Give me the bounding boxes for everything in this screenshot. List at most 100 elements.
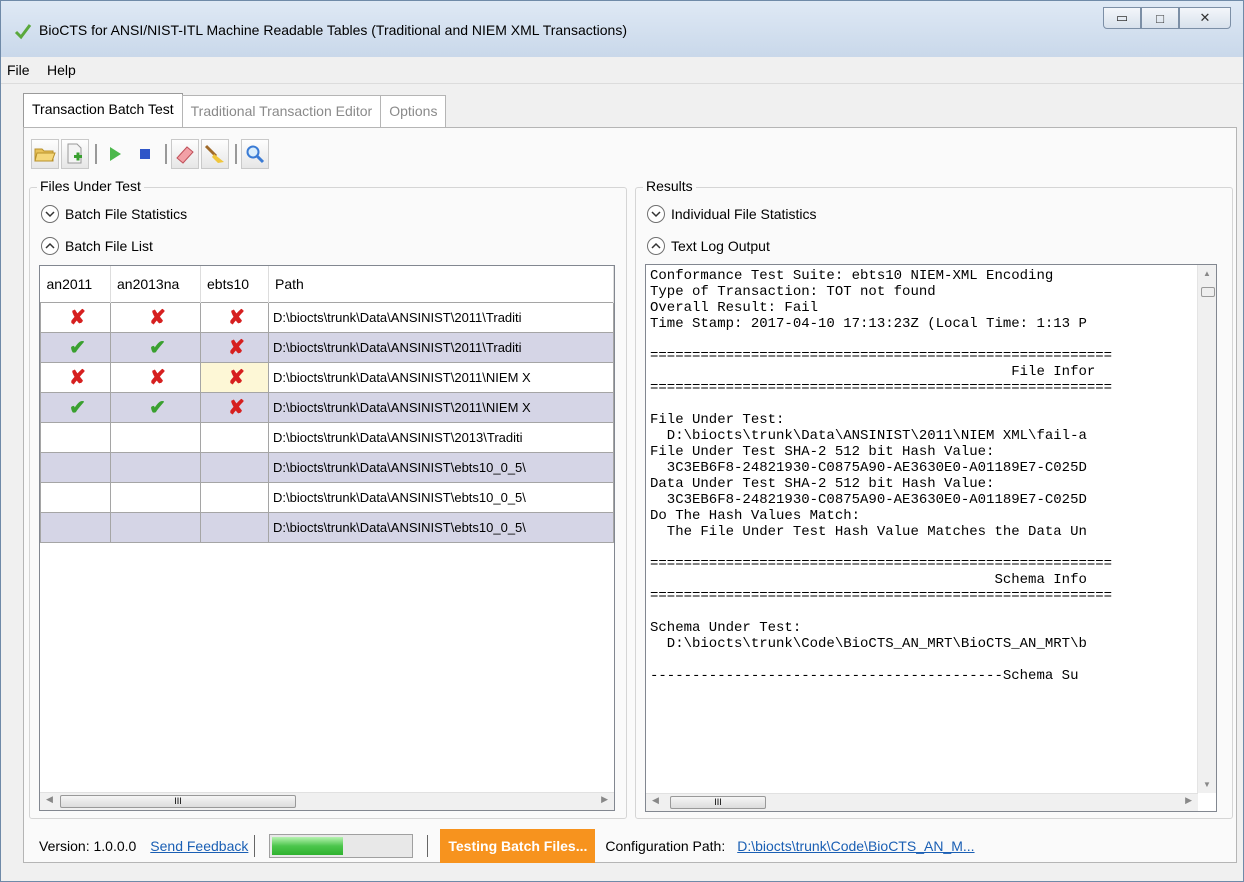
menu-help[interactable]: Help bbox=[47, 62, 76, 78]
result-cell-an2013na[interactable]: ✘ bbox=[110, 302, 201, 333]
scroll-right-icon[interactable]: ▶ bbox=[1185, 795, 1192, 806]
path-cell[interactable]: D:\biocts\trunk\Data\ANSINIST\ebts10_0_5… bbox=[268, 482, 614, 513]
path-cell[interactable]: D:\biocts\trunk\Data\ANSINIST\2011\NIEM … bbox=[268, 392, 614, 423]
scroll-down-icon[interactable]: ▼ bbox=[1203, 780, 1211, 789]
send-feedback-link[interactable]: Send Feedback bbox=[150, 838, 248, 854]
table-row[interactable]: D:\biocts\trunk\Data\ANSINIST\2013\Tradi… bbox=[40, 422, 614, 453]
result-cell-ebts10[interactable] bbox=[200, 512, 269, 543]
search-button[interactable] bbox=[241, 139, 269, 169]
path-cell[interactable]: D:\biocts\trunk\Data\ANSINIST\ebts10_0_5… bbox=[268, 512, 614, 543]
column-header-an2011[interactable]: an2011 bbox=[40, 266, 111, 303]
result-cell-ebts10[interactable]: ✘ bbox=[200, 332, 269, 363]
scroll-right-icon[interactable]: ▶ bbox=[601, 794, 608, 805]
close-icon: ✕ bbox=[1199, 10, 1211, 25]
grid-scroll-thumb[interactable]: III bbox=[60, 795, 296, 808]
fail-x-icon: ✘ bbox=[228, 396, 245, 419]
configuration-path-link[interactable]: D:\biocts\trunk\Code\BioCTS_AN_M... bbox=[737, 838, 974, 854]
fail-x-icon: ✘ bbox=[69, 366, 86, 389]
result-cell-ebts10[interactable] bbox=[200, 422, 269, 453]
magnifier-icon bbox=[246, 145, 265, 164]
scroll-up-icon[interactable]: ▲ bbox=[1203, 269, 1211, 278]
result-cell-an2013na[interactable] bbox=[110, 422, 201, 453]
result-cell-an2011[interactable] bbox=[40, 482, 111, 513]
fail-x-icon: ✘ bbox=[228, 366, 245, 389]
pass-check-icon: ✔ bbox=[69, 396, 86, 419]
column-header-path[interactable]: Path bbox=[268, 266, 614, 303]
text-log-output[interactable]: Conformance Test Suite: ebts10 NIEM-XML … bbox=[645, 264, 1217, 812]
close-button[interactable]: ✕ bbox=[1179, 7, 1231, 29]
log-horizontal-scrollbar[interactable]: ◀ III ▶ bbox=[646, 793, 1198, 811]
add-file-icon bbox=[67, 143, 82, 164]
result-cell-an2011[interactable]: ✔ bbox=[40, 332, 111, 363]
menu-file[interactable]: File bbox=[7, 62, 30, 78]
eraser-button[interactable] bbox=[171, 139, 199, 169]
result-cell-ebts10[interactable]: ✘ bbox=[200, 302, 269, 333]
maximize-icon: □ bbox=[1156, 10, 1164, 26]
scroll-left-icon[interactable]: ◀ bbox=[46, 794, 53, 805]
result-cell-an2011[interactable] bbox=[40, 452, 111, 483]
maximize-button[interactable]: □ bbox=[1141, 7, 1179, 29]
batch-file-grid[interactable]: an2011 an2013na ebts10 Path ✘ ✘ ✘ D:\biocts… bbox=[39, 265, 615, 811]
result-cell-an2013na[interactable] bbox=[110, 512, 201, 543]
tab-transaction-batch-test[interactable]: Transaction Batch Test bbox=[23, 93, 183, 127]
individual-file-statistics-expander[interactable]: Individual File Statistics bbox=[647, 205, 817, 223]
log-vscroll-thumb[interactable] bbox=[1201, 287, 1215, 297]
result-cell-an2013na[interactable]: ✔ bbox=[110, 332, 201, 363]
result-cell-ebts10[interactable]: ✘ bbox=[200, 392, 269, 423]
files-under-test-label: Files Under Test bbox=[37, 178, 144, 194]
result-cell-ebts10[interactable] bbox=[200, 482, 269, 513]
table-row[interactable]: ✘ ✘ ✘ D:\biocts\trunk\Data\ANSINIST\2011\NI… bbox=[40, 362, 614, 393]
table-row[interactable]: ✘ ✘ ✘ D:\biocts\trunk\Data\ANSINIST\2011\Tr… bbox=[40, 302, 614, 333]
minimize-icon: ▭ bbox=[1115, 10, 1129, 25]
pass-check-icon: ✔ bbox=[149, 336, 166, 359]
result-cell-an2013na[interactable]: ✘ bbox=[110, 362, 201, 393]
batch-file-statistics-expander[interactable]: Batch File Statistics bbox=[41, 205, 187, 223]
result-cell-an2011[interactable]: ✘ bbox=[40, 302, 111, 333]
result-cell-an2013na[interactable]: ✔ bbox=[110, 392, 201, 423]
fail-x-icon: ✘ bbox=[228, 306, 245, 329]
broom-button[interactable] bbox=[201, 139, 229, 169]
result-cell-an2011[interactable] bbox=[40, 512, 111, 543]
tab-traditional-transaction-editor[interactable]: Traditional Transaction Editor bbox=[181, 95, 382, 127]
result-cell-an2011[interactable] bbox=[40, 422, 111, 453]
result-cell-an2013na[interactable] bbox=[110, 452, 201, 483]
open-folder-button[interactable] bbox=[31, 139, 59, 169]
toolbar-separator bbox=[165, 144, 167, 164]
tab-options[interactable]: Options bbox=[380, 95, 447, 127]
path-cell[interactable]: D:\biocts\trunk\Data\ANSINIST\2011\Tradi… bbox=[268, 302, 614, 333]
table-row[interactable]: ✔ ✔ ✘ D:\biocts\trunk\Data\ANSINIST\2011\NI… bbox=[40, 392, 614, 423]
title-bar: BioCTS for ANSI/NIST-ITL Machine Readabl… bbox=[1, 1, 1243, 57]
result-cell-an2011[interactable]: ✔ bbox=[40, 392, 111, 423]
table-row[interactable]: D:\biocts\trunk\Data\ANSINIST\ebts10_0_5… bbox=[40, 482, 614, 513]
status-separator bbox=[427, 835, 429, 857]
result-cell-ebts10[interactable] bbox=[200, 452, 269, 483]
table-row[interactable]: ✔ ✔ ✘ D:\biocts\trunk\Data\ANSINIST\2011\Tr… bbox=[40, 332, 614, 363]
log-vertical-scrollbar[interactable]: ▲ ▼ bbox=[1197, 265, 1216, 793]
batch-file-statistics-label: Batch File Statistics bbox=[65, 206, 188, 222]
minimize-button[interactable]: ▭ bbox=[1103, 7, 1141, 29]
table-row[interactable]: D:\biocts\trunk\Data\ANSINIST\ebts10_0_5… bbox=[40, 512, 614, 543]
add-file-button[interactable] bbox=[61, 139, 89, 169]
path-cell[interactable]: D:\biocts\trunk\Data\ANSINIST\ebts10_0_5… bbox=[268, 452, 614, 483]
result-cell-ebts10[interactable]: ✘ bbox=[200, 362, 269, 393]
version-label: Version: 1.0.0.0 bbox=[39, 838, 137, 854]
column-header-ebts10[interactable]: ebts10 bbox=[200, 266, 269, 303]
run-button[interactable] bbox=[101, 139, 129, 169]
pass-check-icon: ✔ bbox=[69, 336, 86, 359]
grid-horizontal-scrollbar[interactable]: ◀ III ▶ bbox=[40, 792, 614, 810]
batch-file-list-label: Batch File List bbox=[65, 238, 153, 254]
path-cell[interactable]: D:\biocts\trunk\Data\ANSINIST\2011\NIEM … bbox=[268, 362, 614, 393]
fail-x-icon: ✘ bbox=[149, 306, 166, 329]
log-scroll-thumb[interactable]: III bbox=[670, 796, 766, 809]
path-cell[interactable]: D:\biocts\trunk\Data\ANSINIST\2013\Tradi… bbox=[268, 422, 614, 453]
text-log-output-expander[interactable]: Text Log Output bbox=[647, 237, 770, 255]
table-row[interactable]: D:\biocts\trunk\Data\ANSINIST\ebts10_0_5… bbox=[40, 452, 614, 483]
result-cell-an2013na[interactable] bbox=[110, 482, 201, 513]
path-cell[interactable]: D:\biocts\trunk\Data\ANSINIST\2011\Tradi… bbox=[268, 332, 614, 363]
scroll-left-icon[interactable]: ◀ bbox=[652, 795, 659, 806]
stop-button[interactable] bbox=[131, 139, 159, 169]
batch-file-list-expander[interactable]: Batch File List bbox=[41, 237, 153, 255]
chevron-up-icon bbox=[45, 242, 55, 249]
column-header-an2013na[interactable]: an2013na bbox=[110, 266, 201, 303]
result-cell-an2011[interactable]: ✘ bbox=[40, 362, 111, 393]
